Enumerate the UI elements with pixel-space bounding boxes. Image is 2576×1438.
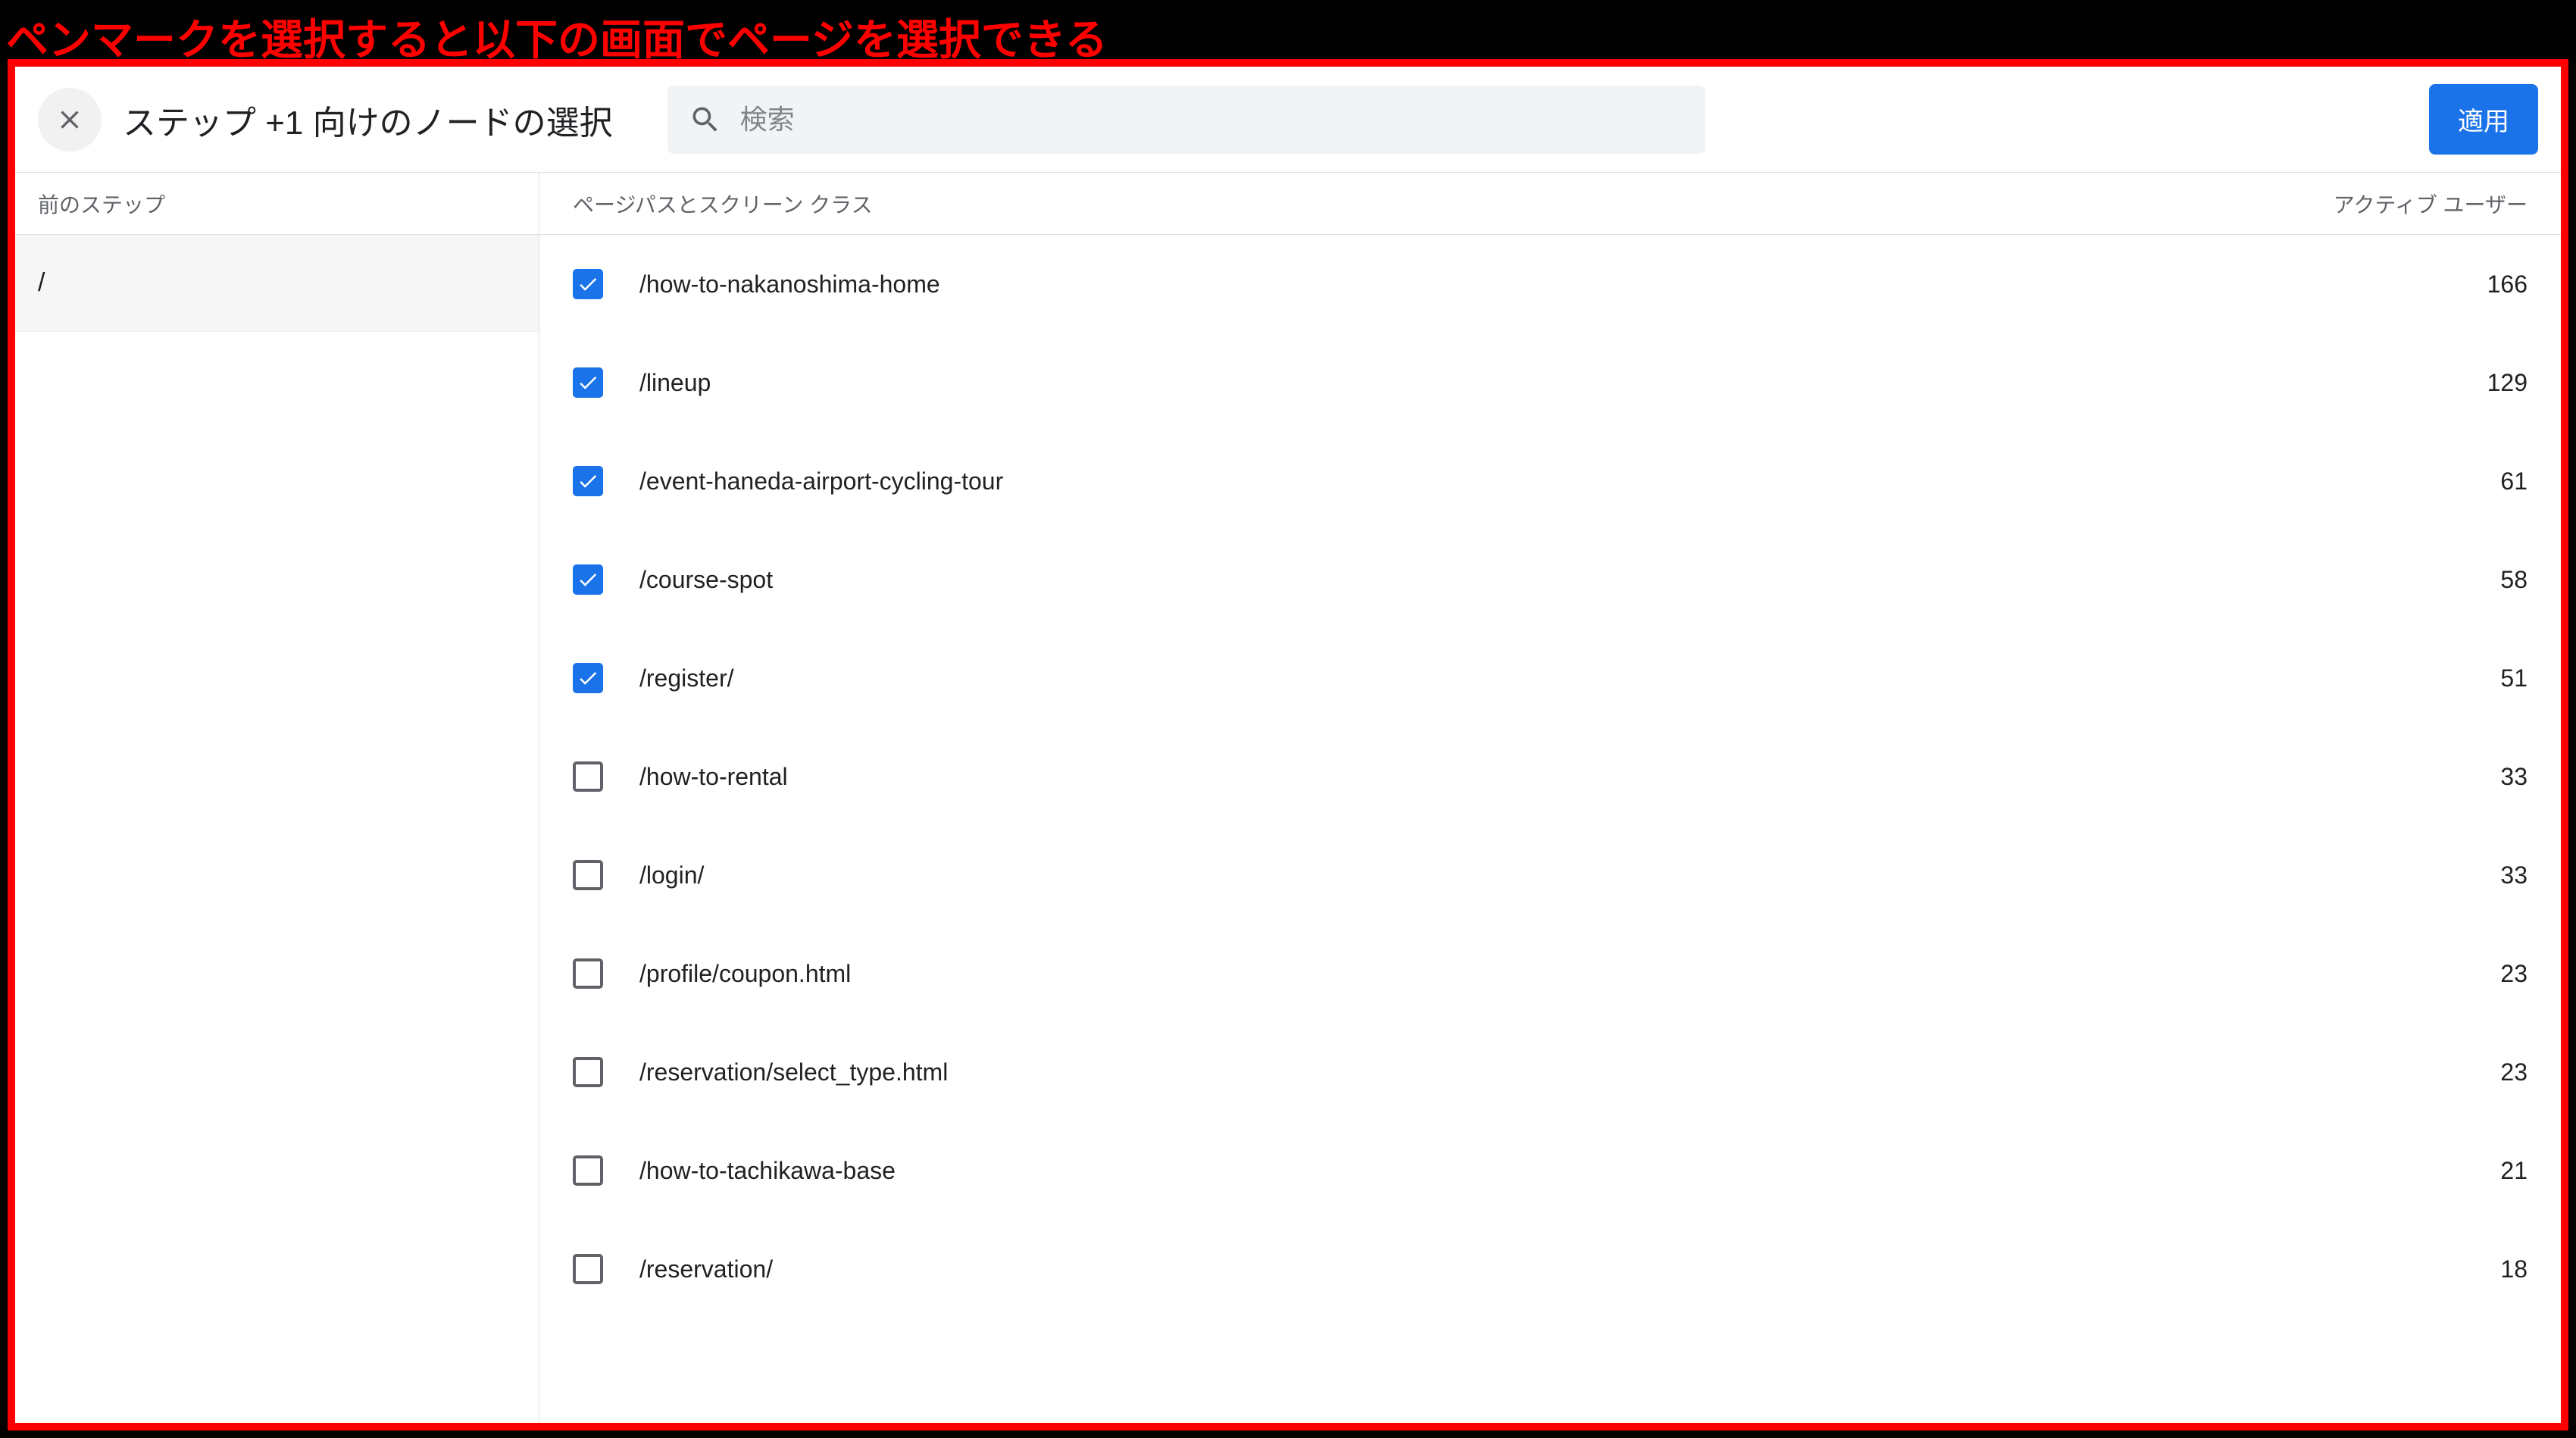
row-users: 18 — [2300, 1255, 2528, 1283]
page-row: /how-to-nakanoshima-home166 — [539, 235, 2561, 333]
previous-step-row[interactable]: / — [15, 235, 539, 332]
row-users: 21 — [2300, 1157, 2528, 1185]
page-row: /course-spot58 — [539, 530, 2561, 629]
row-users: 129 — [2300, 369, 2528, 397]
page-row: /reservation/select_type.html23 — [539, 1023, 2561, 1121]
row-path: /login/ — [603, 861, 2300, 889]
page-row: /profile/coupon.html23 — [539, 924, 2561, 1023]
row-path: /how-to-tachikawa-base — [603, 1157, 2300, 1185]
page-row: /login/33 — [539, 826, 2561, 924]
page-row: /how-to-rental33 — [539, 727, 2561, 826]
row-checkbox[interactable] — [573, 564, 603, 595]
page-row: /how-to-tachikawa-base21 — [539, 1121, 2561, 1220]
search-box[interactable] — [667, 86, 1705, 154]
row-path: /how-to-nakanoshima-home — [603, 270, 2300, 299]
dialog-frame: ステップ +1 向けのノードの選択 適用 前のステップ / ページパスとスクリー… — [8, 59, 2568, 1430]
row-checkbox[interactable] — [573, 958, 603, 989]
row-path: /reservation/select_type.html — [603, 1058, 2300, 1086]
page-row: /register/51 — [539, 629, 2561, 727]
row-path: /profile/coupon.html — [603, 960, 2300, 988]
apply-button[interactable]: 適用 — [2429, 84, 2538, 155]
row-checkbox[interactable] — [573, 269, 603, 299]
row-checkbox[interactable] — [573, 367, 603, 398]
close-icon — [55, 105, 85, 135]
previous-step-panel: 前のステップ / — [15, 173, 539, 1423]
row-checkbox[interactable] — [573, 1254, 603, 1284]
row-users: 23 — [2300, 960, 2528, 988]
dialog-title: ステップ +1 向けのノードの選択 — [123, 95, 613, 144]
page-row: /event-haneda-airport-cycling-tour61 — [539, 432, 2561, 530]
row-users: 61 — [2300, 467, 2528, 495]
row-checkbox[interactable] — [573, 1155, 603, 1186]
rows-scroll[interactable]: /how-to-nakanoshima-home166/lineup129/ev… — [539, 235, 2561, 1423]
column-users-label: アクティブ ユーザー — [2300, 189, 2528, 219]
page-row: /reservation/18 — [539, 1220, 2561, 1318]
search-input[interactable] — [722, 104, 1684, 136]
row-path: /lineup — [603, 369, 2300, 397]
row-users: 166 — [2300, 270, 2528, 299]
node-list-panel: ページパスとスクリーン クラス アクティブ ユーザー /how-to-nakan… — [539, 173, 2561, 1423]
row-users: 23 — [2300, 1058, 2528, 1086]
row-checkbox[interactable] — [573, 761, 603, 792]
row-users: 33 — [2300, 861, 2528, 889]
row-path: /register/ — [603, 664, 2300, 692]
previous-step-heading: 前のステップ — [15, 173, 539, 235]
row-path: /reservation/ — [603, 1255, 2300, 1283]
row-path: /course-spot — [603, 566, 2300, 594]
row-users: 33 — [2300, 763, 2528, 791]
row-checkbox[interactable] — [573, 1057, 603, 1087]
row-path: /how-to-rental — [603, 763, 2300, 791]
row-users: 51 — [2300, 664, 2528, 692]
row-checkbox[interactable] — [573, 466, 603, 496]
columns-header: ページパスとスクリーン クラス アクティブ ユーザー — [539, 173, 2561, 235]
search-icon — [689, 103, 722, 136]
row-checkbox[interactable] — [573, 663, 603, 693]
row-users: 58 — [2300, 566, 2528, 594]
close-button[interactable] — [38, 88, 102, 152]
page-row: /lineup129 — [539, 333, 2561, 432]
row-checkbox[interactable] — [573, 860, 603, 890]
dialog-header: ステップ +1 向けのノードの選択 適用 — [15, 67, 2561, 173]
row-path: /event-haneda-airport-cycling-tour — [603, 467, 2300, 495]
column-path-label: ページパスとスクリーン クラス — [573, 189, 2300, 219]
